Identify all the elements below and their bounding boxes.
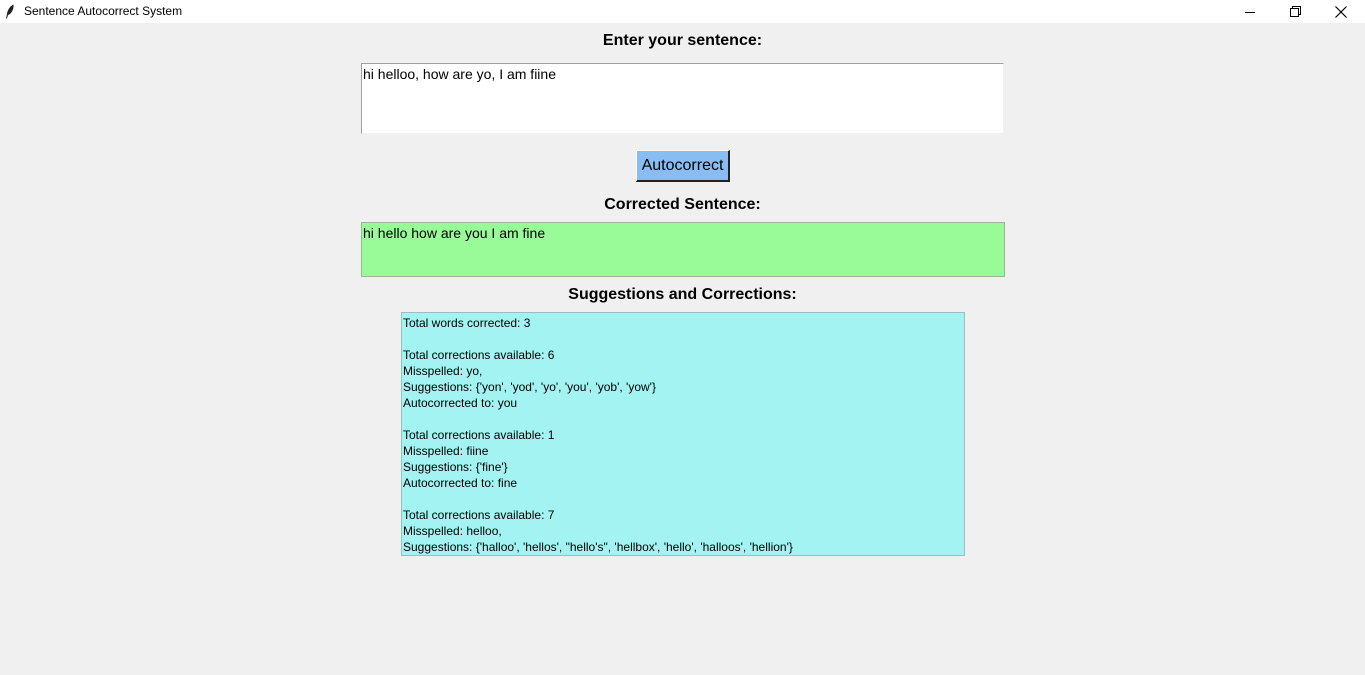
suggestion-line [403, 331, 963, 347]
suggestions-output[interactable]: Total words corrected: 3 Total correctio… [401, 312, 965, 556]
suggestion-line: Misspelled: yo, [403, 364, 483, 378]
corrected-sentence-output[interactable]: hi hello how are you I am fine [361, 222, 1005, 277]
corrected-sentence-heading: Corrected Sentence: [604, 196, 761, 213]
suggestion-line: Total corrections available: 7 [403, 508, 555, 522]
suggestion-line [403, 491, 963, 507]
suggestion-line: Misspelled: helloo, [403, 524, 502, 538]
sentence-input[interactable]: hi helloo, how are yo, I am fiine [361, 63, 1004, 134]
suggestion-line: Autocorrected to: you [403, 396, 518, 410]
minimize-button[interactable] [1227, 0, 1273, 23]
suggestion-line: Autocorrected to: fine [403, 476, 518, 490]
suggestion-line [403, 411, 963, 427]
suggestion-line: Total corrections available: 6 [403, 348, 555, 362]
suggestion-line: Suggestions: {'yon', 'yod', 'yo', 'you',… [403, 380, 656, 394]
close-button[interactable] [1318, 0, 1364, 23]
suggestion-line: Suggestions: {'halloo', 'hellos', "hello… [403, 540, 793, 554]
suggestions-heading: Suggestions and Corrections: [568, 286, 797, 303]
minimize-icon [1245, 7, 1255, 17]
enter-sentence-heading: Enter your sentence: [602, 32, 763, 49]
suggestion-line: Total corrections available: 1 [403, 428, 555, 442]
window-title: Sentence Autocorrect System [24, 4, 183, 18]
close-icon [1335, 5, 1347, 18]
title-bar: Sentence Autocorrect System [0, 0, 1365, 23]
suggestion-line: Total words corrected: 3 [403, 316, 531, 330]
maximize-button[interactable] [1272, 0, 1318, 23]
autocorrect-button[interactable]: Autocorrect [636, 150, 730, 182]
maximize-icon [1289, 6, 1301, 17]
feather-icon [5, 4, 15, 19]
suggestion-line: Misspelled: fiine [403, 444, 489, 458]
suggestion-line: Suggestions: {'fine'} [403, 460, 508, 474]
